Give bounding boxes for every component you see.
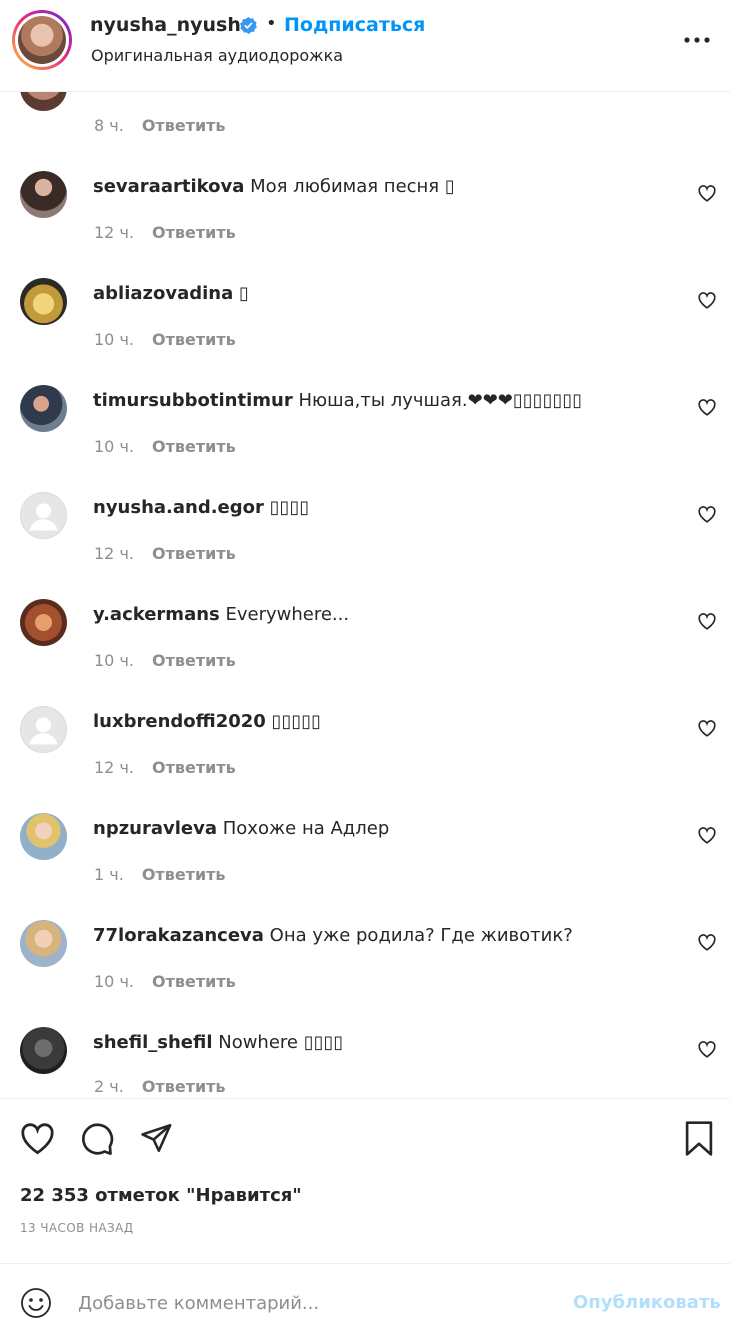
comment-username[interactable]: abliazovadina (93, 283, 233, 304)
default-user-icon (29, 717, 58, 745)
comment-text: npzuravleva Похоже на Адлер (93, 818, 389, 839)
heart-icon[interactable] (697, 826, 717, 844)
reply-button[interactable]: Ответить (142, 1077, 226, 1096)
share-icon[interactable] (138, 1121, 174, 1155)
comment-avatar-default[interactable] (20, 706, 67, 753)
comment-text: y.ackermans Everywhere... (93, 604, 349, 625)
likes-count[interactable]: 22 353 отметок "Нравится" (20, 1185, 302, 1206)
reply-button[interactable]: Ответить (152, 223, 236, 242)
comment-meta: 1 ч. Ответить (94, 865, 226, 884)
comment-body: ▯ (239, 283, 249, 304)
comment-avatar[interactable] (20, 599, 67, 646)
heart-icon[interactable] (697, 933, 717, 951)
comment-meta: 10 ч. Ответить (94, 972, 236, 991)
emoji-smiley-icon[interactable] (20, 1287, 52, 1319)
profile-avatar[interactable] (12, 10, 72, 70)
comment-avatar[interactable] (20, 920, 67, 967)
comment-text: luxbrendoffi2020 ▯▯▯▯▯ (93, 711, 321, 732)
comment-body: Everywhere... (225, 604, 350, 625)
reply-button[interactable]: Ответить (152, 544, 236, 563)
heart-icon[interactable] (697, 291, 717, 309)
profile-username[interactable]: nyusha_nyusha (90, 14, 254, 36)
post-time: 13 ЧАСОВ НАЗАД (20, 1221, 134, 1235)
comment-text: sevaraartikova Моя любимая песня ▯ (93, 176, 455, 197)
reply-button[interactable]: Ответить (152, 758, 236, 777)
comment-body: Похоже на Адлер (222, 818, 390, 839)
comment-time: 10 ч. (94, 972, 134, 991)
post-header: nyusha_nyusha • Подписаться Оригинальная… (0, 0, 730, 92)
comment-body: Nowhere ▯▯▯▯ (218, 1032, 344, 1053)
comment-body: ▯▯▯▯▯ (271, 711, 322, 732)
reply-button[interactable]: Ответить (152, 330, 236, 349)
heart-icon[interactable] (697, 505, 717, 523)
comment-text: timursubbotintimur Нюша,ты лучшая.❤❤❤▯▯▯… (93, 390, 582, 411)
audio-track-link[interactable]: Оригинальная аудиодорожка (91, 46, 343, 65)
comment-input[interactable] (78, 1286, 558, 1320)
instagram-post-view: nyusha_nyusha • Подписаться Оригинальная… (0, 0, 730, 1336)
verified-badge-icon (240, 16, 257, 35)
comment-meta: 2 ч. Ответить (94, 1077, 226, 1096)
comment-icon[interactable] (79, 1120, 115, 1156)
comment-meta: 8 ч. Ответить (94, 116, 226, 135)
comment-avatar[interactable] (20, 385, 67, 432)
reply-button[interactable]: Ответить (152, 437, 236, 456)
comment-time: 10 ч. (94, 651, 134, 670)
comment-time: 12 ч. (94, 223, 134, 242)
comment-text: 77lorakazanceva Она уже родила? Где живо… (93, 925, 573, 946)
comment-time: 8 ч. (94, 116, 124, 135)
publish-button[interactable]: Опубликовать (573, 1292, 721, 1313)
comment-time: 2 ч. (94, 1077, 124, 1096)
comment-username[interactable]: sevaraartikova (93, 176, 244, 197)
comment-meta: 10 ч. Ответить (94, 437, 236, 456)
comment-time: 12 ч. (94, 758, 134, 777)
comment-meta: 12 ч. Ответить (94, 758, 236, 777)
reply-button[interactable]: Ответить (142, 116, 226, 135)
comment-body: Моя любимая песня ▯ (250, 176, 455, 197)
separator-dot: • (266, 13, 277, 34)
comment-username[interactable]: nyusha.and.egor (93, 497, 264, 518)
post-footer: 22 353 отметок "Нравится" 13 ЧАСОВ НАЗАД… (0, 1098, 730, 1336)
comment-time: 10 ч. (94, 330, 134, 349)
reply-button[interactable]: Ответить (152, 651, 236, 670)
heart-icon[interactable] (697, 184, 717, 202)
comment-avatar[interactable] (20, 171, 67, 218)
comment-username[interactable]: y.ackermans (93, 604, 220, 625)
follow-button[interactable]: Подписаться (284, 14, 425, 36)
comment-username[interactable]: shefil_shefil (93, 1032, 213, 1053)
comment-text: shefil_shefil Nowhere ▯▯▯▯ (93, 1032, 343, 1053)
comment-username[interactable]: npzuravleva (93, 818, 217, 839)
comment-username[interactable]: timursubbotintimur (93, 390, 293, 411)
comment-avatar[interactable] (20, 813, 67, 860)
comment-body: ▯▯▯▯ (269, 497, 310, 518)
heart-icon[interactable] (697, 398, 717, 416)
comment-meta: 10 ч. Ответить (94, 330, 236, 349)
bookmark-icon[interactable] (683, 1120, 715, 1157)
comment-avatar[interactable] (20, 278, 67, 325)
comment-time: 1 ч. (94, 865, 124, 884)
add-comment-row: Опубликовать (0, 1263, 730, 1336)
comment-meta: 12 ч. Ответить (94, 544, 236, 563)
heart-icon[interactable] (697, 719, 717, 737)
comment-text: nyusha.and.egor ▯▯▯▯ (93, 497, 309, 518)
comment-body: Нюша,ты лучшая.❤❤❤▯▯▯▯▯▯▯ (298, 390, 583, 411)
comment-avatar-default[interactable] (20, 492, 67, 539)
comment-meta: 10 ч. Ответить (94, 651, 236, 670)
like-heart-icon[interactable] (19, 1121, 56, 1155)
comment-username[interactable]: luxbrendoffi2020 (93, 711, 266, 732)
comment-time: 12 ч. (94, 544, 134, 563)
comment-avatar[interactable] (20, 1027, 67, 1074)
more-options-icon[interactable] (682, 28, 712, 52)
comment-meta: 12 ч. Ответить (94, 223, 236, 242)
heart-icon[interactable] (697, 612, 717, 630)
comment-username[interactable]: 77lorakazanceva (93, 925, 264, 946)
comments-list[interactable]: 8 ч. Ответить sevaraartikova Моя любимая … (0, 92, 730, 1098)
comment-time: 10 ч. (94, 437, 134, 456)
comment-avatar[interactable] (20, 92, 67, 111)
reply-button[interactable]: Ответить (152, 972, 236, 991)
heart-icon[interactable] (697, 1040, 717, 1058)
comment-text: abliazovadina ▯ (93, 283, 249, 304)
comment-body: Она уже родила? Где животик? (269, 925, 573, 946)
reply-button[interactable]: Ответить (142, 865, 226, 884)
default-user-icon (29, 503, 58, 531)
